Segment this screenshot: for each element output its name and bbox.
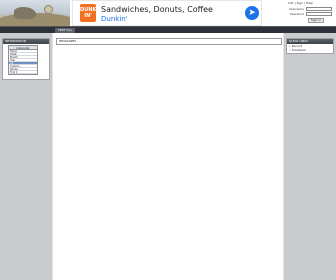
password-field[interactable]: [306, 12, 332, 16]
right-sidebar: QUICK LINKS • Recent • Feedback: [284, 33, 336, 280]
banner-orb-shape: [44, 5, 53, 14]
calendar-row[interactable]: Find 1: [9, 71, 37, 74]
header: DUNK IN' Sandwiches, Donuts, Coffee Dunk…: [0, 0, 336, 26]
ad-banner[interactable]: DUNK IN' Sandwiches, Donuts, Coffee Dunk…: [72, 0, 262, 26]
login-panel: Info | Sign | Help Username Password Sig…: [280, 1, 336, 25]
password-label: Password: [289, 12, 304, 16]
directions-arrow-icon[interactable]: ➤: [245, 6, 259, 20]
quick-link-label: Feedback: [291, 48, 307, 52]
password-row: Password: [280, 12, 334, 17]
left-sidebar: INFORMATION Calendar Today Week Month Ye…: [0, 33, 52, 280]
username-label: Username: [288, 7, 304, 11]
quick-links-box: QUICK LINKS • Recent • Feedback: [286, 38, 334, 54]
login-links[interactable]: Info | Sign | Help: [288, 1, 313, 5]
ad-logo: DUNK IN': [80, 4, 96, 22]
main-content: HEADLINES: [52, 33, 284, 280]
ad-title[interactable]: Sandwiches, Donuts, Coffee: [101, 5, 213, 14]
quick-link-item[interactable]: • Feedback: [287, 48, 333, 52]
headline-input[interactable]: HEADLINES: [56, 38, 282, 45]
username-field[interactable]: [306, 7, 332, 11]
nav-bar: TEXT (%): [0, 26, 336, 33]
login-button[interactable]: Sign in: [308, 18, 324, 23]
ad-subtitle[interactable]: Dunkin': [101, 15, 128, 23]
calendar-widget: Calendar Today Week Month Year All Custo…: [8, 45, 38, 75]
info-box-title: INFORMATION: [3, 39, 49, 44]
banner-rock-shape: [14, 7, 36, 19]
site-banner-image[interactable]: [0, 0, 70, 26]
